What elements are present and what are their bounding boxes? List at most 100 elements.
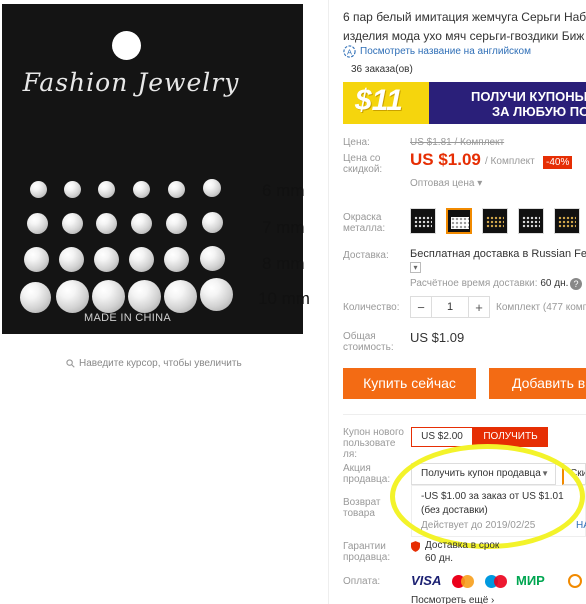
column-divider	[328, 0, 329, 604]
label-line: продавца:	[343, 552, 391, 563]
shield-icon	[411, 541, 420, 552]
pearl	[203, 179, 221, 197]
total-label: Общая стоимость:	[343, 331, 394, 353]
quantity-label: Количество:	[343, 302, 400, 313]
size-label-7mm: 7 mm	[262, 218, 305, 237]
buy-now-button[interactable]: Купить сейчас	[343, 368, 476, 399]
shipping-dropdown-icon[interactable]: ▾	[410, 262, 421, 273]
label-line: скидкой:	[343, 164, 383, 175]
label-line: товара	[343, 508, 375, 519]
delivery-time: Расчётное время доставки: 60 дн.	[410, 278, 568, 289]
translate-link-text[interactable]: Посмотреть название на английском	[360, 46, 531, 57]
svg-text:A: A	[347, 47, 352, 56]
mir-logo: МИР	[516, 573, 545, 588]
pearl	[30, 181, 47, 198]
product-image[interactable]: Fashion Jewelry MADE IN CHINA	[2, 4, 303, 334]
label-line: стоимость:	[343, 342, 394, 353]
color-swatch[interactable]	[410, 208, 436, 234]
label-line: Купон нового	[343, 427, 404, 438]
wholesale-price-toggle[interactable]: Оптовая цена ▾	[410, 178, 482, 189]
total-price: US $1.09	[410, 330, 465, 345]
guarantee-label: Гарантии продавца:	[343, 541, 390, 563]
brand-text: Fashion Jewelry	[22, 68, 240, 97]
translate-link[interactable]: A Посмотреть название на английском	[343, 45, 531, 58]
pearl	[64, 181, 81, 198]
coupon-banner[interactable]: $11 ПОЛУЧИ КУПОНЫ ЗА ЛЮБУЮ ПО	[343, 82, 586, 124]
color-label: Окраска металла:	[343, 212, 385, 234]
discount-price-label: Цена со скидкой:	[343, 153, 382, 175]
size-label-8mm: 8 mm	[262, 254, 305, 273]
pearl	[131, 213, 152, 234]
new-user-coupon-amount: US $2.00	[411, 427, 473, 447]
label-line: Общая	[343, 331, 376, 342]
swatch-thumbnail	[558, 216, 576, 228]
pearl	[129, 247, 154, 272]
quantity-input[interactable]: 1	[431, 297, 469, 317]
add-to-cart-button[interactable]: Добавить в к	[489, 368, 586, 399]
pearl	[62, 213, 83, 234]
payment-more-link[interactable]: Посмотреть ещё ›	[411, 595, 494, 604]
banner-text: ЗА ЛЮБУЮ ПО	[492, 104, 586, 119]
pearl	[164, 280, 197, 313]
shipping-label: Доставка:	[343, 250, 389, 261]
discount-badge: -40%	[543, 156, 573, 169]
maestro-icon	[485, 574, 509, 588]
pearl	[24, 247, 49, 272]
visa-logo: VISA	[411, 573, 442, 588]
swatch-thumbnail	[451, 217, 469, 229]
pearl	[94, 247, 119, 272]
label-line: продавца:	[343, 474, 391, 485]
label-line: металла:	[343, 223, 386, 234]
color-swatch[interactable]	[518, 208, 544, 234]
returns-label: Возврат товара	[343, 497, 381, 519]
card-hanger-hole	[112, 31, 141, 60]
product-title: 6 пар белый имитация жемчуга Серьги Наб …	[343, 8, 586, 46]
magnifier-icon	[66, 359, 75, 368]
pearl	[59, 247, 84, 272]
color-swatch[interactable]	[482, 208, 508, 234]
banner-amount: $11	[355, 84, 403, 117]
old-price: US $1.81 / Комплект	[410, 137, 505, 148]
label-line: Цена со	[343, 153, 381, 164]
color-swatch-selected[interactable]	[446, 208, 472, 234]
pearl	[168, 181, 185, 198]
label-line: ля:	[343, 449, 358, 460]
translate-icon: A	[343, 45, 356, 58]
delivery-time-value: 60 дн.	[540, 278, 569, 289]
section-divider	[343, 414, 586, 415]
delivery-time-label: Расчётное время доставки:	[410, 278, 538, 289]
mastercard-icon	[452, 574, 476, 588]
product-title-line: 6 пар белый имитация жемчуга Серьги Наб	[343, 10, 586, 24]
product-title-line: изделия мода ухо мяч серьги-гвоздики Биж	[343, 29, 585, 43]
pearl	[202, 212, 223, 233]
zoom-hint-text: Наведите курсор, чтобы увеличить	[79, 358, 242, 369]
pearl	[96, 213, 117, 234]
shipping-method[interactable]: Бесплатная доставка в Russian Feder	[410, 248, 586, 260]
quantity-stepper: − 1 +	[410, 296, 490, 318]
pearl	[200, 278, 233, 311]
pearl	[98, 181, 115, 198]
label-line: Акция	[343, 463, 371, 474]
current-price: US $1.09	[410, 150, 481, 169]
coupon-more-link[interactable]: НА	[576, 520, 586, 531]
increase-button[interactable]: +	[469, 300, 489, 315]
label-line: Гарантии	[343, 541, 386, 552]
swatch-thumbnail	[522, 216, 540, 228]
product-page: Fashion Jewelry MADE IN CHINA 6 mm 7 mm …	[0, 0, 586, 604]
payment-icon	[568, 574, 582, 588]
label-line: Возврат	[343, 497, 381, 508]
help-icon[interactable]: ?	[570, 278, 582, 290]
pearl	[20, 282, 51, 313]
new-user-coupon-label: Купон нового пользовате ля:	[343, 427, 404, 460]
swatch-thumbnail	[414, 216, 432, 228]
price-label: Цена:	[343, 137, 370, 148]
pearl	[92, 280, 125, 313]
color-swatch[interactable]	[554, 208, 580, 234]
zoom-hint: Наведите курсор, чтобы увеличить	[66, 358, 242, 369]
orders-count: 36 заказа(ов)	[351, 64, 413, 75]
pearl	[200, 246, 225, 271]
pearl	[166, 213, 187, 234]
decrease-button[interactable]: −	[411, 300, 431, 315]
swatch-thumbnail	[486, 216, 504, 228]
guarantee-text: Доставка в срок	[425, 540, 500, 551]
